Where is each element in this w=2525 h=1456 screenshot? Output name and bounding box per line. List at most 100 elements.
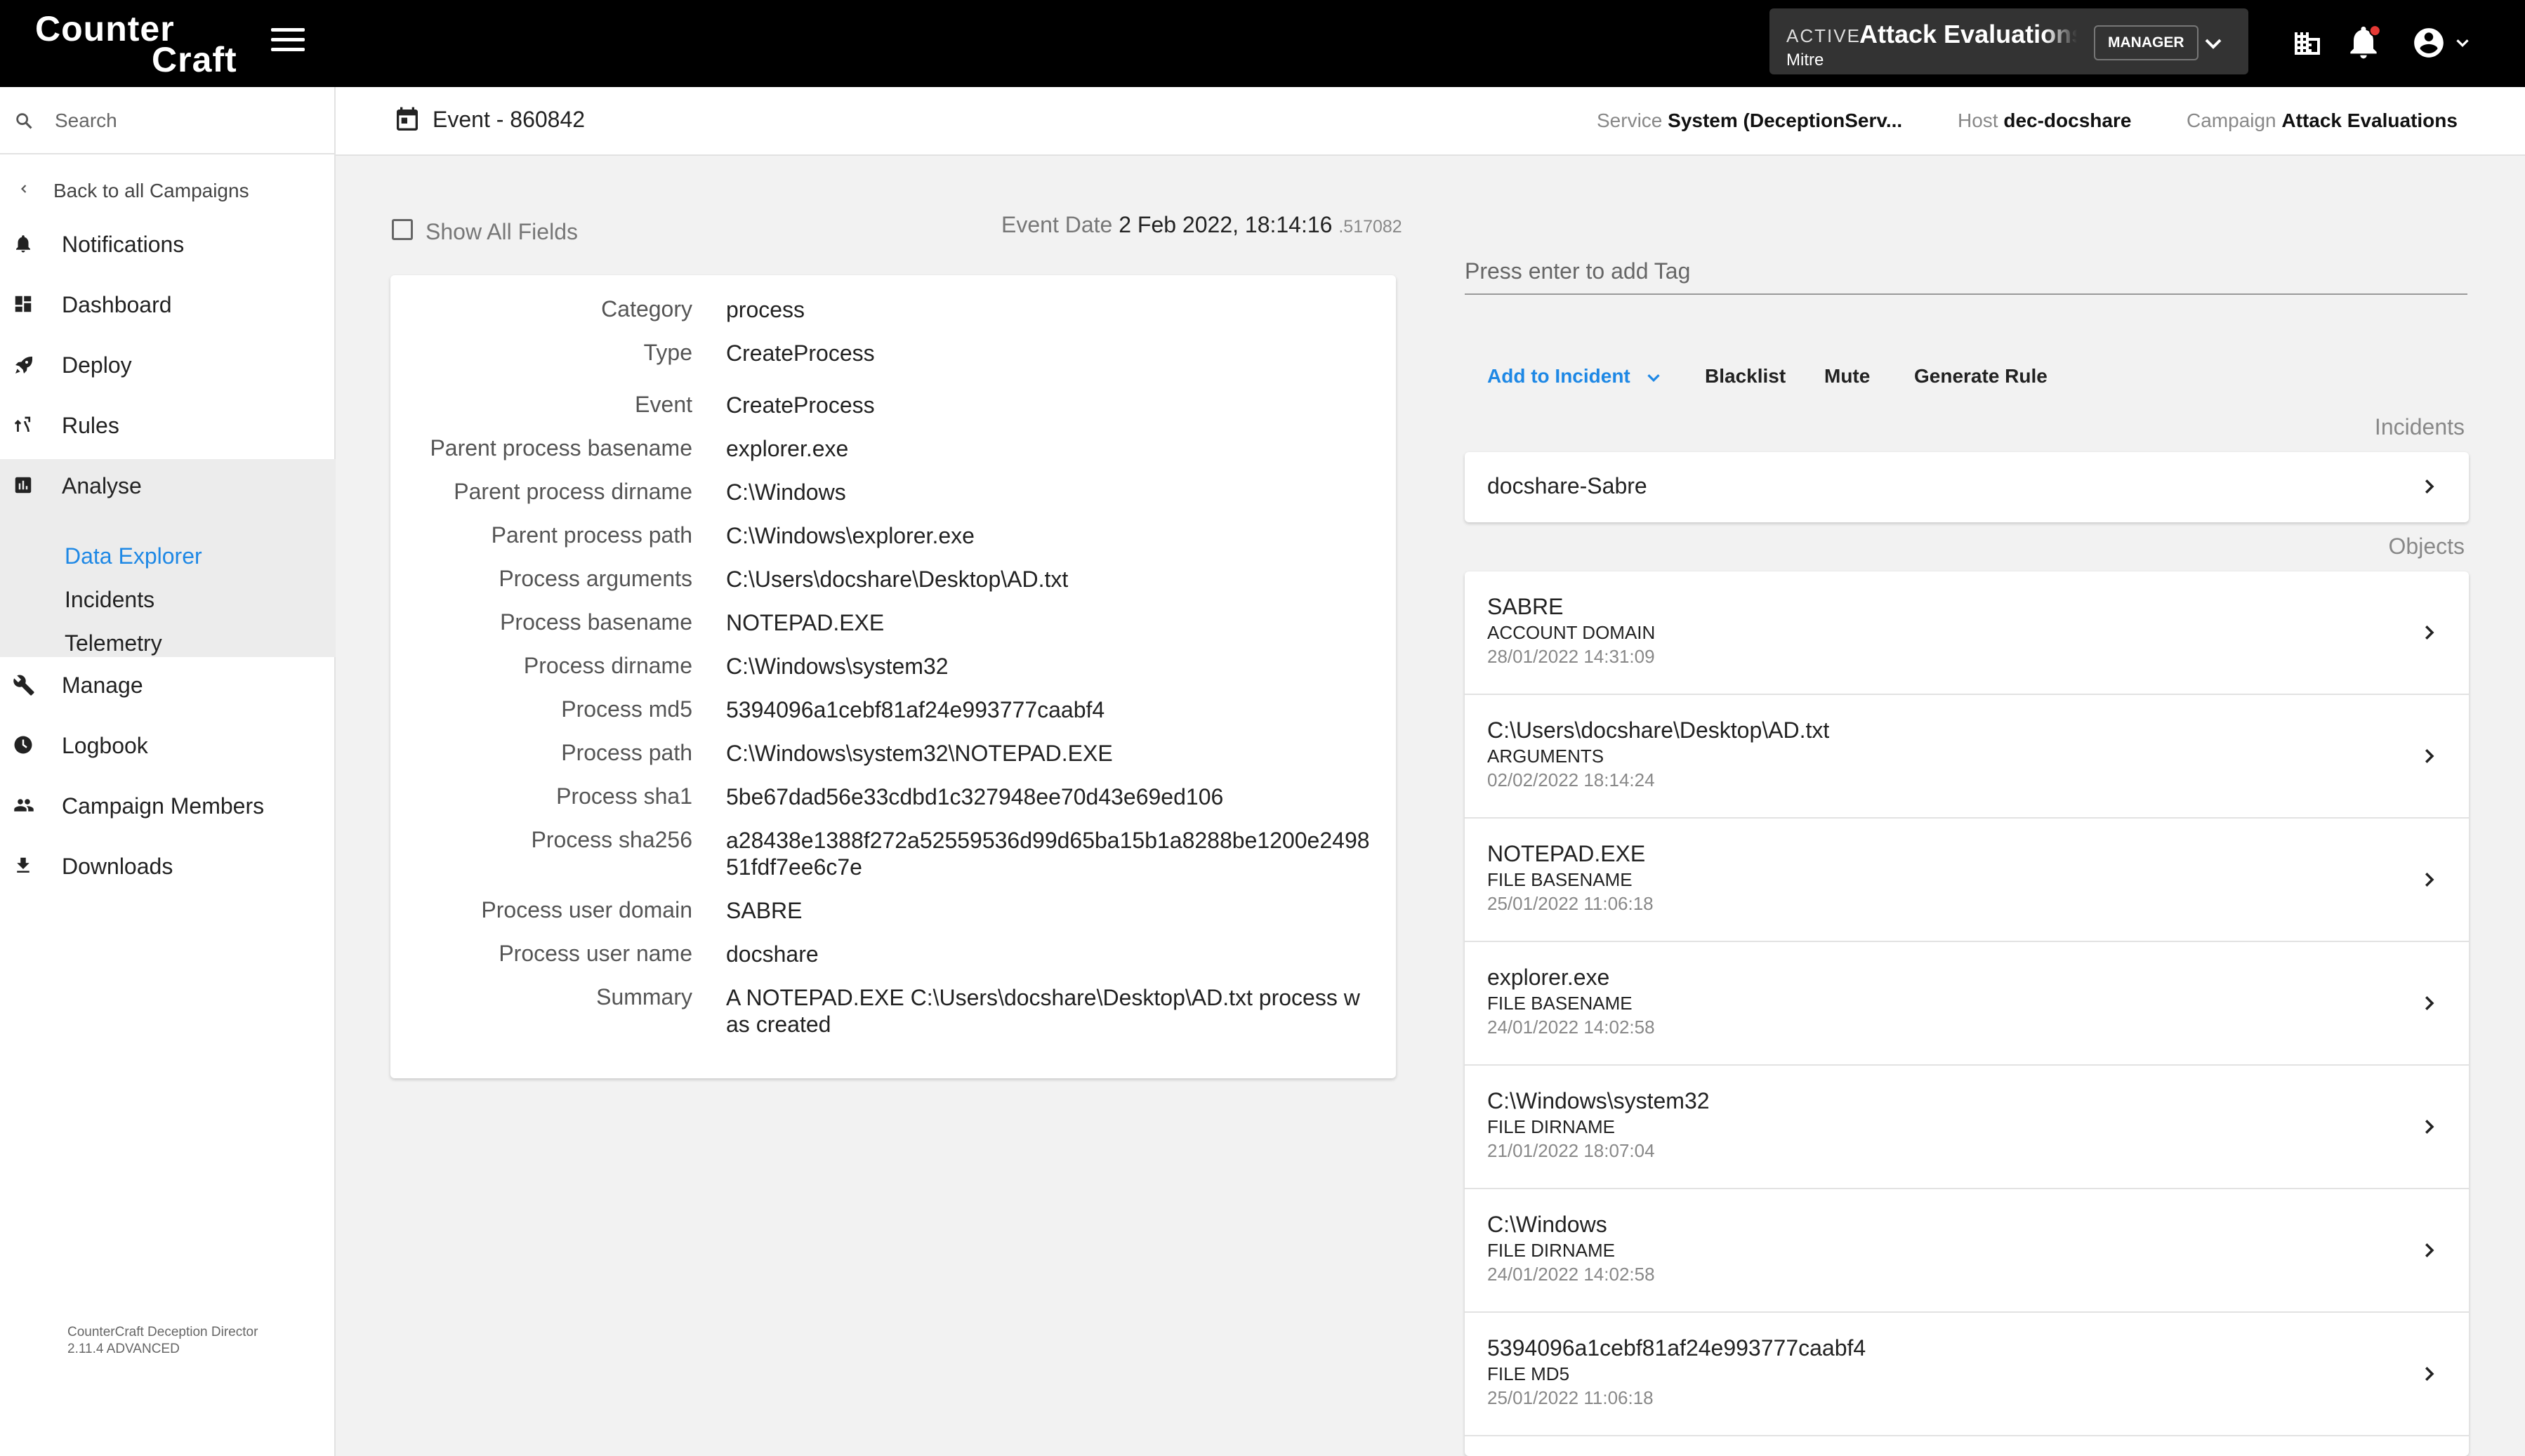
search-bar[interactable]: Search [0,87,336,154]
campaign-meta: Campaign Attack Evaluations [2187,110,2458,132]
account-chevron-down-icon[interactable] [2452,32,2473,53]
field-key: Parent process dirname [454,479,692,504]
chevron-right-icon [2425,749,2434,763]
rocket-icon [15,357,32,373]
chevron-right-icon [2425,626,2434,640]
field-value: C:\Windows\explorer.exe [726,523,975,548]
object-type: FILE MD5 [1487,1363,1570,1384]
sidebar-item-label: Manage [62,673,143,698]
field-value: process [726,297,805,322]
object-date: 24/01/2022 14:02:58 [1487,1017,1655,1038]
service-value: System (DeceptionServ... [1668,110,1903,131]
sidebar-item-manage[interactable]: Manage [0,656,336,716]
top-app-bar: Counter Craft ACTIVE Attack Evaluations … [0,0,2525,87]
field-key: Process path [561,740,692,765]
sidebar-item-notifications[interactable]: Notifications [0,215,336,275]
sidebar-item-logbook[interactable]: Logbook [0,716,336,776]
chevron-right-icon [2425,1120,2434,1134]
rules-icon [14,416,31,432]
sidebar-item-label: Analyse [62,473,142,498]
role-badge: MANAGER [2094,25,2198,60]
blacklist-button[interactable]: Blacklist [1705,365,1786,388]
analyse-section: Analyse Data Explorer Incidents Telemetr… [0,459,336,657]
mute-button[interactable]: Mute [1824,365,1870,388]
sidebar-item-deploy[interactable]: Deploy [0,336,336,396]
sidebar: Search Back to all Campaigns Notificatio… [0,87,336,1456]
campaign-value: Attack Evaluations [2281,110,2458,131]
objects-heading: Objects [2388,534,2465,559]
search-input[interactable]: Search [55,110,117,132]
sidebar-item-label: Notifications [62,232,185,257]
add-to-incident-label: Add to Incident [1487,365,1630,387]
field-key: Parent process basename [430,435,692,461]
object-item[interactable]: C:\Windows\system32 FILE DIRNAME 21/01/2… [1465,1066,2469,1189]
field-value: NOTEPAD.EXE [726,610,885,635]
object-item[interactable]: C:\Users\docshare\Desktop\AD.txt ARGUMEN… [1465,695,2469,819]
building-icon[interactable] [2290,25,2324,59]
incident-name: docshare-Sabre [1487,473,1647,498]
host-label: Host [1958,110,1998,131]
campaign-selector[interactable]: ACTIVE Attack Evaluations Mitre MANAGER [1769,8,2248,74]
sidebar-subitem-data-explorer[interactable]: Data Explorer [65,543,202,569]
add-to-incident-button[interactable]: Add to Incident [1487,365,1664,388]
notifications-bell-icon[interactable] [2344,22,2383,62]
object-item[interactable]: C:\Windows FILE DIRNAME 24/01/2022 14:02… [1465,1189,2469,1313]
host-meta: Host dec-docshare [1958,110,2131,132]
logo-line2: Craft [152,40,237,79]
field-key: Summary [596,984,692,1010]
field-key: Process user domain [481,897,692,922]
campaign-status: ACTIVE [1786,25,1861,46]
chevron-right-icon [2425,996,2434,1010]
field-key: Process sha1 [556,783,692,809]
tag-input[interactable]: Press enter to add Tag [1465,257,2467,295]
object-name: NOTEPAD.EXE [1487,841,1646,866]
object-item[interactable]: NOTEPAD.EXE FILE BASENAME 25/01/2022 11:… [1465,819,2469,942]
sidebar-item-campaign-members[interactable]: Campaign Members [0,776,336,837]
host-value: dec-docshare [2003,110,2132,131]
object-item[interactable]: SABRE ACCOUNT DOMAIN 28/01/2022 14:31:09 [1465,571,2469,695]
field-value: C:\Windows\system32\NOTEPAD.EXE [726,741,1113,766]
event-date-label: Event Date [1001,212,1113,237]
version-line2: 2.11.4 ADVANCED [67,1342,180,1356]
version-line1: CounterCraft Deception Director [67,1325,258,1339]
search-icon [16,113,32,129]
back-to-campaigns-link[interactable]: Back to all Campaigns [0,168,336,211]
generate-rule-button[interactable]: Generate Rule [1914,365,2048,388]
service-label: Service [1597,110,1663,131]
sidebar-subitem-incidents[interactable]: Incidents [65,587,154,613]
chevron-left-icon [20,185,27,193]
event-date-ms: .517082 [1338,217,1402,237]
object-item[interactable]: 5394096a1cebf81af24e993777caabf4 FILE MD… [1465,1313,2469,1436]
event-date-value: 2 Feb 2022, 18:14:16 [1119,212,1333,237]
field-value: SABRE [726,898,803,923]
countercraft-logo[interactable]: Counter Craft [35,8,253,79]
field-value: C:\Windows [726,479,846,505]
incidents-heading: Incidents [2374,414,2465,439]
sidebar-item-dashboard[interactable]: Dashboard [0,275,336,336]
field-key: Process basename [500,609,692,635]
object-name: C:\Windows\system32 [1487,1088,1710,1113]
incident-item[interactable]: docshare-Sabre [1465,452,2469,522]
object-item[interactable]: explorer.exe FILE BASENAME 24/01/2022 14… [1465,942,2469,1066]
sidebar-item-analyse[interactable]: Analyse [0,456,336,517]
sidebar-subitem-telemetry[interactable]: Telemetry [65,630,162,656]
sidebar-item-label: Logbook [62,733,148,758]
sidebar-item-rules[interactable]: Rules [0,396,336,456]
object-type: FILE DIRNAME [1487,1240,1616,1261]
field-value: C:\Users\docshare\Desktop\AD.txt [726,567,1069,592]
account-circle-icon[interactable] [2411,25,2446,60]
chevron-right-icon [2425,479,2434,494]
service-meta: Service System (DeceptionServ... [1597,110,1902,132]
tag-input-placeholder: Press enter to add Tag [1465,258,1691,284]
object-date: 24/01/2022 14:02:58 [1487,1264,1655,1285]
field-key: Process md5 [561,696,692,722]
object-type: FILE BASENAME [1487,869,1633,890]
chevron-down-icon[interactable] [2199,29,2227,58]
field-value: CreateProcess [726,340,875,366]
hamburger-menu-icon[interactable] [271,28,305,59]
sidebar-item-downloads[interactable]: Downloads [0,837,336,897]
download-icon [17,857,29,873]
checkbox-box[interactable] [392,219,413,240]
field-value: 5be67dad56e33cdbd1c327948ee70d43e69ed106 [726,784,1224,809]
wrench-icon [13,675,34,696]
